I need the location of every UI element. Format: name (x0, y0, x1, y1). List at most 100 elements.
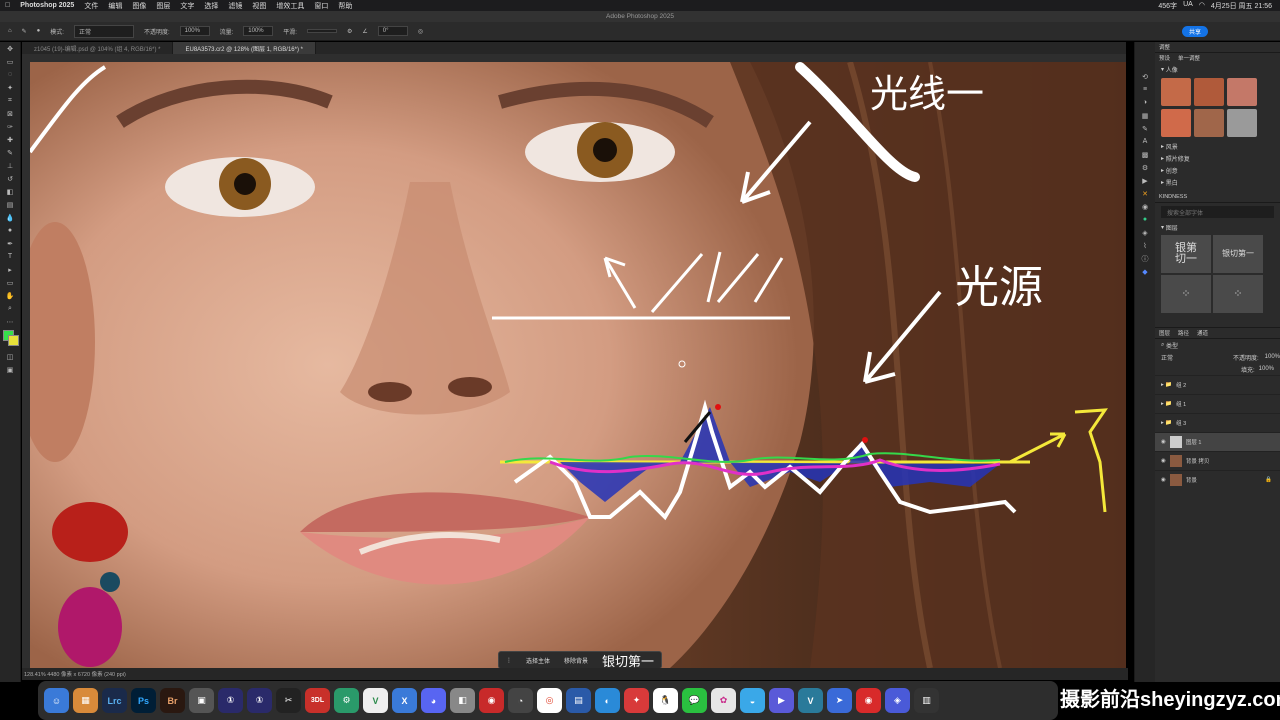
history-icon[interactable]: ⟲ (1135, 70, 1155, 83)
eye-icon[interactable]: ◉ (1161, 439, 1166, 445)
menu-image[interactable]: 图像 (127, 1, 151, 11)
app-blue-icon[interactable]: ◐ (595, 688, 620, 713)
frame-tool-icon[interactable]: ⊠ (0, 107, 20, 120)
app-purple-icon[interactable]: ◈ (885, 688, 910, 713)
stamp-tool-icon[interactable]: ⊥ (0, 159, 20, 172)
tab-document-1[interactable]: z1045 (19)-编辑.psd @ 104% (组 4, RGB/16*) … (22, 42, 174, 54)
preset-thumbnail[interactable] (1194, 78, 1224, 106)
tab-layers[interactable]: 图层 (1159, 329, 1170, 337)
character-icon[interactable]: A (1135, 135, 1155, 148)
tab-single-adjust[interactable]: 单一调整 (1178, 54, 1200, 62)
blur-tool-icon[interactable]: 💧 (0, 211, 20, 224)
layer-kind-filter[interactable]: ⌕ 类型 (1155, 339, 1280, 351)
type-tool-icon[interactable]: T (0, 250, 20, 263)
info-icon[interactable]: ⓘ (1135, 252, 1155, 265)
section-portrait[interactable]: ▾ 人像 (1155, 63, 1280, 75)
section-photo-repair[interactable]: ▸ 照片修复 (1155, 152, 1280, 164)
font-group[interactable]: ▾ 图层 (1155, 221, 1280, 233)
tab-channels[interactable]: 通道 (1197, 329, 1208, 337)
smoothing-field[interactable] (306, 29, 337, 33)
adjustments-title[interactable]: 调整 (1159, 43, 1170, 51)
quick-select-tool-icon[interactable]: ✦ (0, 81, 20, 94)
share-button[interactable]: 共享 (1181, 26, 1208, 37)
font-sample-cell[interactable]: ⁘ (1161, 275, 1211, 313)
canvas[interactable]: 光线一 光源 (30, 62, 1126, 668)
app-play-icon[interactable]: ▶ (769, 688, 794, 713)
layer-fill-field[interactable]: 100% (1259, 366, 1274, 372)
brush-settings-icon[interactable]: ✎ (1135, 122, 1155, 135)
tab-document-2[interactable]: EU8A3573.cr2 @ 128% (图层 1, RGB/16*) * (173, 42, 316, 54)
layer-row[interactable]: ◉ 背景 拷贝 (1155, 451, 1280, 470)
pen-tool-icon[interactable]: ✒ (0, 237, 20, 250)
hand-tool-icon[interactable]: ✋ (0, 289, 20, 302)
layers-icon[interactable]: ◈ (1135, 226, 1155, 239)
layer-group[interactable]: ▸ 📁 组 1 (1155, 394, 1280, 413)
app-weibo-icon[interactable]: ◉ (856, 688, 881, 713)
capcut-icon[interactable]: ✂ (276, 688, 301, 713)
preset-thumbnail[interactable] (1161, 109, 1191, 137)
layer-row[interactable]: ◉ 背景 🔒 (1155, 470, 1280, 489)
netease-music-icon[interactable]: ◉ (479, 688, 504, 713)
marquee-tool-icon[interactable]: ▭ (0, 55, 20, 68)
preset-thumbnail[interactable] (1161, 78, 1191, 106)
section-bw[interactable]: ▸ 黑白 (1155, 176, 1280, 188)
path-select-icon[interactable]: ▸ (0, 263, 20, 276)
menu-layer[interactable]: 图层 (151, 1, 175, 11)
app-terminal-icon[interactable]: ▤ (566, 688, 591, 713)
vector-app-icon[interactable]: V (363, 688, 388, 713)
gradient-tool-icon[interactable]: ▤ (0, 198, 20, 211)
capture-one-icon[interactable]: ① (218, 688, 243, 713)
dodge-tool-icon[interactable]: ● (0, 224, 20, 237)
menu-file[interactable]: 文件 (79, 1, 103, 11)
ua-label[interactable]: UA (1183, 1, 1193, 11)
lightroom-classic-icon[interactable]: Lrc (102, 688, 127, 713)
photoshop-icon[interactable]: Ps (131, 688, 156, 713)
layer-group[interactable]: ▸ 📁 组 3 (1155, 413, 1280, 432)
wechat-icon[interactable]: 💬 (682, 688, 707, 713)
brush-preset-icon[interactable]: ● (37, 28, 41, 34)
menu-select[interactable]: 选择 (199, 1, 223, 11)
angle-field[interactable]: 0° (377, 26, 408, 36)
crop-tool-icon[interactable]: ⌗ (0, 94, 20, 107)
chrome-icon[interactable]: ◎ (537, 688, 562, 713)
menu-type[interactable]: 文字 (175, 1, 199, 11)
swatches-icon[interactable]: ▩ (1135, 148, 1155, 161)
zoom-tool-icon[interactable]: ⌕ (0, 302, 20, 315)
move-tool-icon[interactable]: ✥ (0, 42, 20, 55)
app-scale-icon[interactable]: ◔ (508, 688, 533, 713)
font-panel-title[interactable]: KINDNESS (1159, 194, 1187, 200)
libraries-icon[interactable]: ▦ (1135, 109, 1155, 122)
angle-icon[interactable]: ∠ (362, 28, 367, 35)
edit-toolbar-icon[interactable]: ⋯ (0, 315, 20, 328)
menu-filter[interactable]: 滤镜 (223, 1, 247, 11)
app-flower-icon[interactable]: ✿ (711, 688, 736, 713)
wifi-icon[interactable]: ◠ (1199, 1, 1205, 11)
preset-thumbnail[interactable] (1227, 78, 1257, 106)
eraser-tool-icon[interactable]: ◧ (0, 185, 20, 198)
font-sample-cell[interactable]: ⁘ (1213, 275, 1263, 313)
apple-icon[interactable]:  (0, 2, 15, 9)
clock[interactable]: 4月25日 周五 21:56 (1211, 1, 1272, 11)
bridge-icon[interactable]: Br (160, 688, 185, 713)
drag-handle-icon[interactable]: ⋮ (499, 657, 519, 664)
preset-thumbnail[interactable] (1194, 109, 1224, 137)
app-v-icon[interactable]: V (798, 688, 823, 713)
background-color[interactable] (8, 335, 19, 346)
tools-x-icon[interactable]: ✕ (1135, 187, 1155, 200)
quick-mask-icon[interactable]: ◫ (0, 350, 20, 363)
app-gray-icon[interactable]: ◧ (450, 688, 475, 713)
menu-plugins[interactable]: 增效工具 (271, 1, 309, 11)
actions-icon[interactable]: ▶ (1135, 174, 1155, 187)
layer-row[interactable]: ◉ 图层 1 (1155, 432, 1280, 451)
color-swatches[interactable] (0, 328, 20, 350)
blend-mode-select[interactable]: 正常 (1161, 353, 1173, 362)
home-icon[interactable]: ⌂ (8, 28, 12, 34)
launchpad-icon[interactable]: ▦ (73, 688, 98, 713)
brush-tool-icon[interactable]: ✎ (0, 146, 20, 159)
gear-icon[interactable]: ⚙ (347, 28, 352, 35)
tab-presets[interactable]: 预设 (1159, 54, 1170, 62)
menu-view[interactable]: 视图 (247, 1, 271, 11)
flow-field[interactable]: 100% (243, 26, 274, 36)
eye-icon[interactable]: ◉ (1161, 458, 1166, 464)
app-x-icon[interactable]: X (392, 688, 417, 713)
